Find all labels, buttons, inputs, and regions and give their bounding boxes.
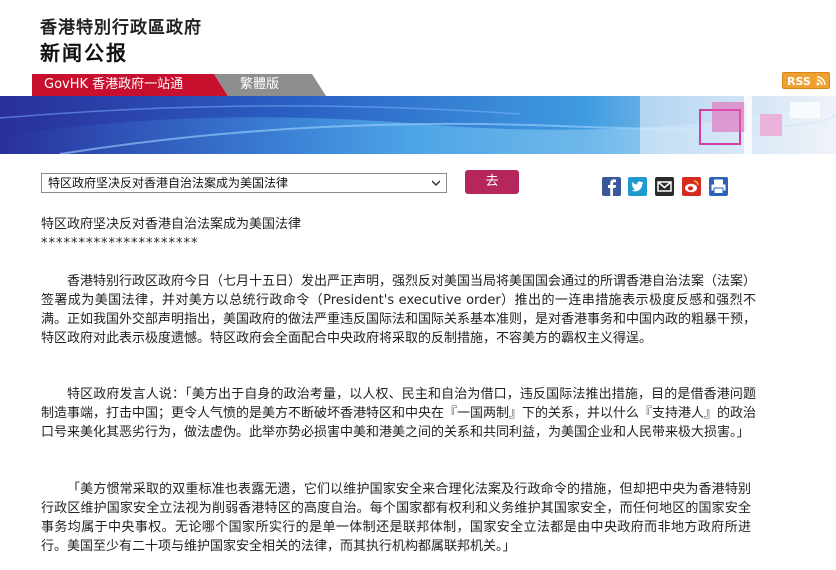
weibo-icon[interactable] (682, 177, 701, 196)
government-name: 香港特別行政區政府 (40, 18, 202, 38)
select-value: 特区政府坚决反对香港自治法案成为美国法律 (48, 176, 289, 190)
chevron-down-icon (432, 180, 440, 187)
go-button[interactable]: 去 (465, 170, 519, 194)
section-title: 新闻公报 (40, 41, 128, 65)
rss-button[interactable]: RSS (782, 72, 830, 89)
title-separator: ********************* (41, 236, 199, 251)
page-header: 香港特別行政區政府 新闻公报 (0, 0, 836, 74)
article-paragraph: 香港特别行政区政府今日（七月十五日）发出严正声明，强烈反对美国当局将美国国会通过… (41, 274, 757, 346)
press-release-select[interactable]: 特区政府坚决反对香港自治法案成为美国法律 (41, 173, 447, 193)
article-paragraph: 特区政府发言人说：「美方出于自身的政治考量，以人权、民主和自治为借口，违反国际法… (41, 387, 757, 440)
header-banner (0, 96, 836, 154)
rss-label: RSS (787, 75, 811, 88)
press-release-navigator: 特区政府坚决反对香港自治法案成为美国法律 去 (0, 168, 836, 204)
article-paragraph: 「美方惯常采取的双重标准也表露无遗，它们以维护国家安全来合理化法案及行政命令的措… (41, 482, 751, 554)
govhk-tab[interactable]: GovHK 香港政府一站通 (32, 74, 228, 96)
banner-graphic (0, 96, 836, 154)
email-icon[interactable] (655, 177, 674, 196)
print-icon[interactable] (709, 177, 728, 196)
rss-icon (816, 76, 826, 86)
facebook-icon[interactable] (602, 177, 621, 196)
twitter-icon[interactable] (628, 177, 647, 196)
traditional-version-tab[interactable]: 繁體版 (214, 74, 326, 96)
article-title: 特区政府坚决反对香港自治法案成为美国法律 (41, 217, 302, 232)
top-tab-bar: GovHK 香港政府一站通 繁體版 (0, 74, 836, 96)
